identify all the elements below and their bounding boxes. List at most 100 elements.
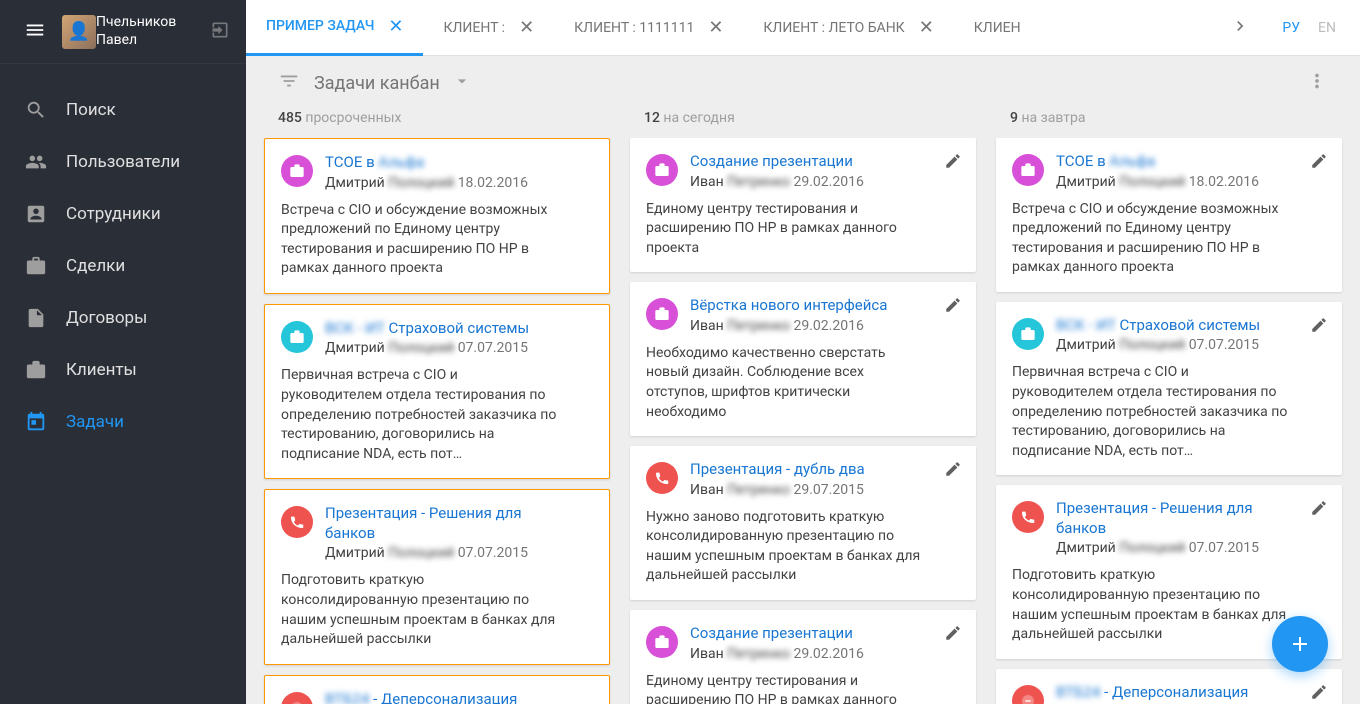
nav-employees[interactable]: Сотрудники bbox=[0, 188, 246, 240]
task-card[interactable]: ВСК - ИТ Страховой системы Дмитрий Полоц… bbox=[264, 304, 610, 479]
document-icon bbox=[24, 306, 48, 330]
task-card[interactable]: TCOE в Альфа Дмитрий Полоцкий 18.02.2016… bbox=[264, 138, 610, 294]
card-description: Первичная встреча с CIO и руководителем … bbox=[281, 366, 559, 464]
task-type-icon bbox=[281, 692, 313, 704]
card-meta: Дмитрий Полоцкий 18.02.2016 bbox=[325, 175, 528, 191]
tab-client-4[interactable]: КЛИЕН bbox=[954, 0, 1041, 56]
nav-tasks[interactable]: Задачи bbox=[0, 396, 246, 448]
task-type-icon bbox=[646, 154, 678, 186]
column-header: 485 просроченных bbox=[262, 106, 612, 138]
card-description: Единому центру тестирования и расширению… bbox=[646, 672, 926, 704]
users-icon bbox=[24, 150, 48, 174]
logout-icon[interactable] bbox=[210, 20, 230, 44]
card-title: ВТБ24 - Деперсонализация увольнения bbox=[325, 690, 559, 704]
task-type-icon bbox=[646, 626, 678, 658]
task-type-icon bbox=[1012, 318, 1044, 350]
task-card[interactable]: Создание презентации Иван Петренко 29.02… bbox=[630, 138, 976, 272]
card-meta: Дмитрий Полоцкий 07.07.2015 bbox=[325, 545, 559, 561]
nav-deals[interactable]: Сделки bbox=[0, 240, 246, 292]
task-type-icon bbox=[1012, 501, 1044, 533]
tabs-scroll-right[interactable] bbox=[1222, 16, 1258, 40]
edit-icon[interactable] bbox=[1310, 152, 1328, 174]
column-tomorrow: 9 на завтра TCOE в Альфа Дмитрий Полоцки… bbox=[994, 106, 1344, 704]
card-title: ВТБ24 - Деперсонализация увольн… bbox=[1056, 683, 1292, 704]
edit-icon[interactable] bbox=[944, 152, 962, 174]
edit-icon[interactable] bbox=[1310, 683, 1328, 704]
task-type-icon bbox=[1012, 154, 1044, 186]
task-type-icon bbox=[281, 155, 313, 187]
lang-en[interactable]: EN bbox=[1318, 20, 1336, 36]
language-switcher: РУ EN bbox=[1258, 20, 1360, 36]
main: ПРИМЕР ЗАДАЧ ✕ КЛИЕНТ : ✕ КЛИЕНТ : 11111… bbox=[246, 0, 1360, 704]
task-card[interactable]: TCOE в Альфа Дмитрий Полоцкий 18.02.2016… bbox=[996, 138, 1342, 292]
card-meta: Иван Петренко 29.02.2016 bbox=[690, 174, 864, 190]
card-meta: Иван Петренко 29.07.2015 bbox=[690, 482, 865, 498]
lang-ru[interactable]: РУ bbox=[1282, 20, 1300, 36]
briefcase-icon bbox=[24, 254, 48, 278]
add-button[interactable] bbox=[1272, 616, 1328, 672]
card-title: Презентация - Решения для банков bbox=[325, 504, 559, 543]
calendar-icon bbox=[24, 410, 48, 434]
person-icon bbox=[24, 202, 48, 226]
nav-clients[interactable]: Клиенты bbox=[0, 344, 246, 396]
card-title: Создание презентации bbox=[690, 624, 864, 644]
nav-users[interactable]: Пользователи bbox=[0, 136, 246, 188]
edit-icon[interactable] bbox=[1310, 499, 1328, 521]
task-type-icon bbox=[646, 462, 678, 494]
kanban-columns: 485 просроченных TCOE в Альфа Дмитрий По… bbox=[246, 106, 1360, 704]
card-description: Нужно заново подготовить краткую консоли… bbox=[646, 508, 926, 586]
nav-contracts[interactable]: Договоры bbox=[0, 292, 246, 344]
card-title: ВСК - ИТ Страховой системы bbox=[325, 319, 529, 339]
card-description: Необходимо качественно сверстать новый д… bbox=[646, 344, 926, 422]
edit-icon[interactable] bbox=[944, 460, 962, 482]
card-meta: Иван Петренко 29.02.2016 bbox=[690, 318, 887, 334]
task-type-icon bbox=[281, 506, 313, 538]
task-card[interactable]: Презентация - Решения для банков Дмитрий… bbox=[264, 489, 610, 664]
filter-icon[interactable] bbox=[278, 70, 300, 96]
nav: Поиск Пользователи Сотрудники Сделки Дог… bbox=[0, 64, 246, 448]
close-icon[interactable]: ✕ bbox=[919, 17, 934, 38]
column-overdue: 485 просроченных TCOE в Альфа Дмитрий По… bbox=[262, 106, 612, 704]
search-icon bbox=[24, 98, 48, 122]
card-title: TCOE в Альфа bbox=[325, 153, 528, 173]
edit-icon[interactable] bbox=[1310, 316, 1328, 338]
toolbar: Задачи канбан bbox=[246, 56, 1360, 106]
close-icon[interactable]: ✕ bbox=[708, 17, 723, 38]
column-header: 12 на сегодня bbox=[628, 106, 978, 138]
tab-client-3[interactable]: КЛИЕНТ : ЛЕТО БАНК ✕ bbox=[743, 0, 953, 56]
card-description: Подготовить краткую консолидированную пр… bbox=[1012, 566, 1292, 644]
task-type-icon bbox=[646, 298, 678, 330]
tab-client-1[interactable]: КЛИЕНТ : ✕ bbox=[423, 0, 554, 56]
task-card[interactable]: ВСК - ИТ Страховой системы Дмитрий Полоц… bbox=[996, 302, 1342, 475]
nav-search[interactable]: Поиск bbox=[0, 84, 246, 136]
view-dropdown[interactable]: Задачи канбан bbox=[314, 73, 440, 94]
card-meta: Дмитрий Полоцкий 07.07.2015 bbox=[325, 340, 529, 356]
close-icon[interactable]: ✕ bbox=[519, 17, 534, 38]
edit-icon[interactable] bbox=[944, 296, 962, 318]
more-icon[interactable] bbox=[1306, 70, 1328, 96]
card-title: TCOE в Альфа bbox=[1056, 152, 1259, 172]
task-card[interactable]: ВТБ24 - Деперсонализация увольн… Дмитрий… bbox=[996, 669, 1342, 704]
menu-icon[interactable] bbox=[24, 19, 46, 45]
card-meta: Иван Петренко 29.02.2016 bbox=[690, 646, 864, 662]
avatar[interactable]: 👤 bbox=[62, 15, 96, 49]
card-description: Единому центру тестирования и расширению… bbox=[646, 200, 926, 259]
task-card[interactable]: Вёрстка нового интерфейса Иван Петренко … bbox=[630, 282, 976, 436]
tab-example[interactable]: ПРИМЕР ЗАДАЧ ✕ bbox=[246, 0, 423, 56]
task-card[interactable]: ВТБ24 - Деперсонализация увольнения Дмит… bbox=[264, 675, 610, 704]
tab-client-2[interactable]: КЛИЕНТ : 1111111 ✕ bbox=[554, 0, 743, 56]
card-meta: Дмитрий Полоцкий 07.07.2015 bbox=[1056, 337, 1260, 353]
edit-icon[interactable] bbox=[944, 624, 962, 646]
sidebar: 👤 Пчельников Павел Поиск Пользователи Со… bbox=[0, 0, 246, 704]
task-type-icon bbox=[281, 321, 313, 353]
task-card[interactable]: Создание презентации Иван Петренко 29.02… bbox=[630, 610, 976, 704]
card-description: Встреча с СIO и обсуждение возможных пре… bbox=[281, 201, 559, 279]
username: Пчельников Павел bbox=[96, 14, 210, 49]
close-icon[interactable]: ✕ bbox=[388, 16, 403, 37]
chevron-down-icon[interactable] bbox=[452, 71, 472, 95]
card-title: ВСК - ИТ Страховой системы bbox=[1056, 316, 1260, 336]
task-card[interactable]: Презентация - дубль два Иван Петренко 29… bbox=[630, 446, 976, 600]
card-title: Вёрстка нового интерфейса bbox=[690, 296, 887, 316]
task-type-icon bbox=[1012, 685, 1044, 704]
column-header: 9 на завтра bbox=[994, 106, 1344, 138]
